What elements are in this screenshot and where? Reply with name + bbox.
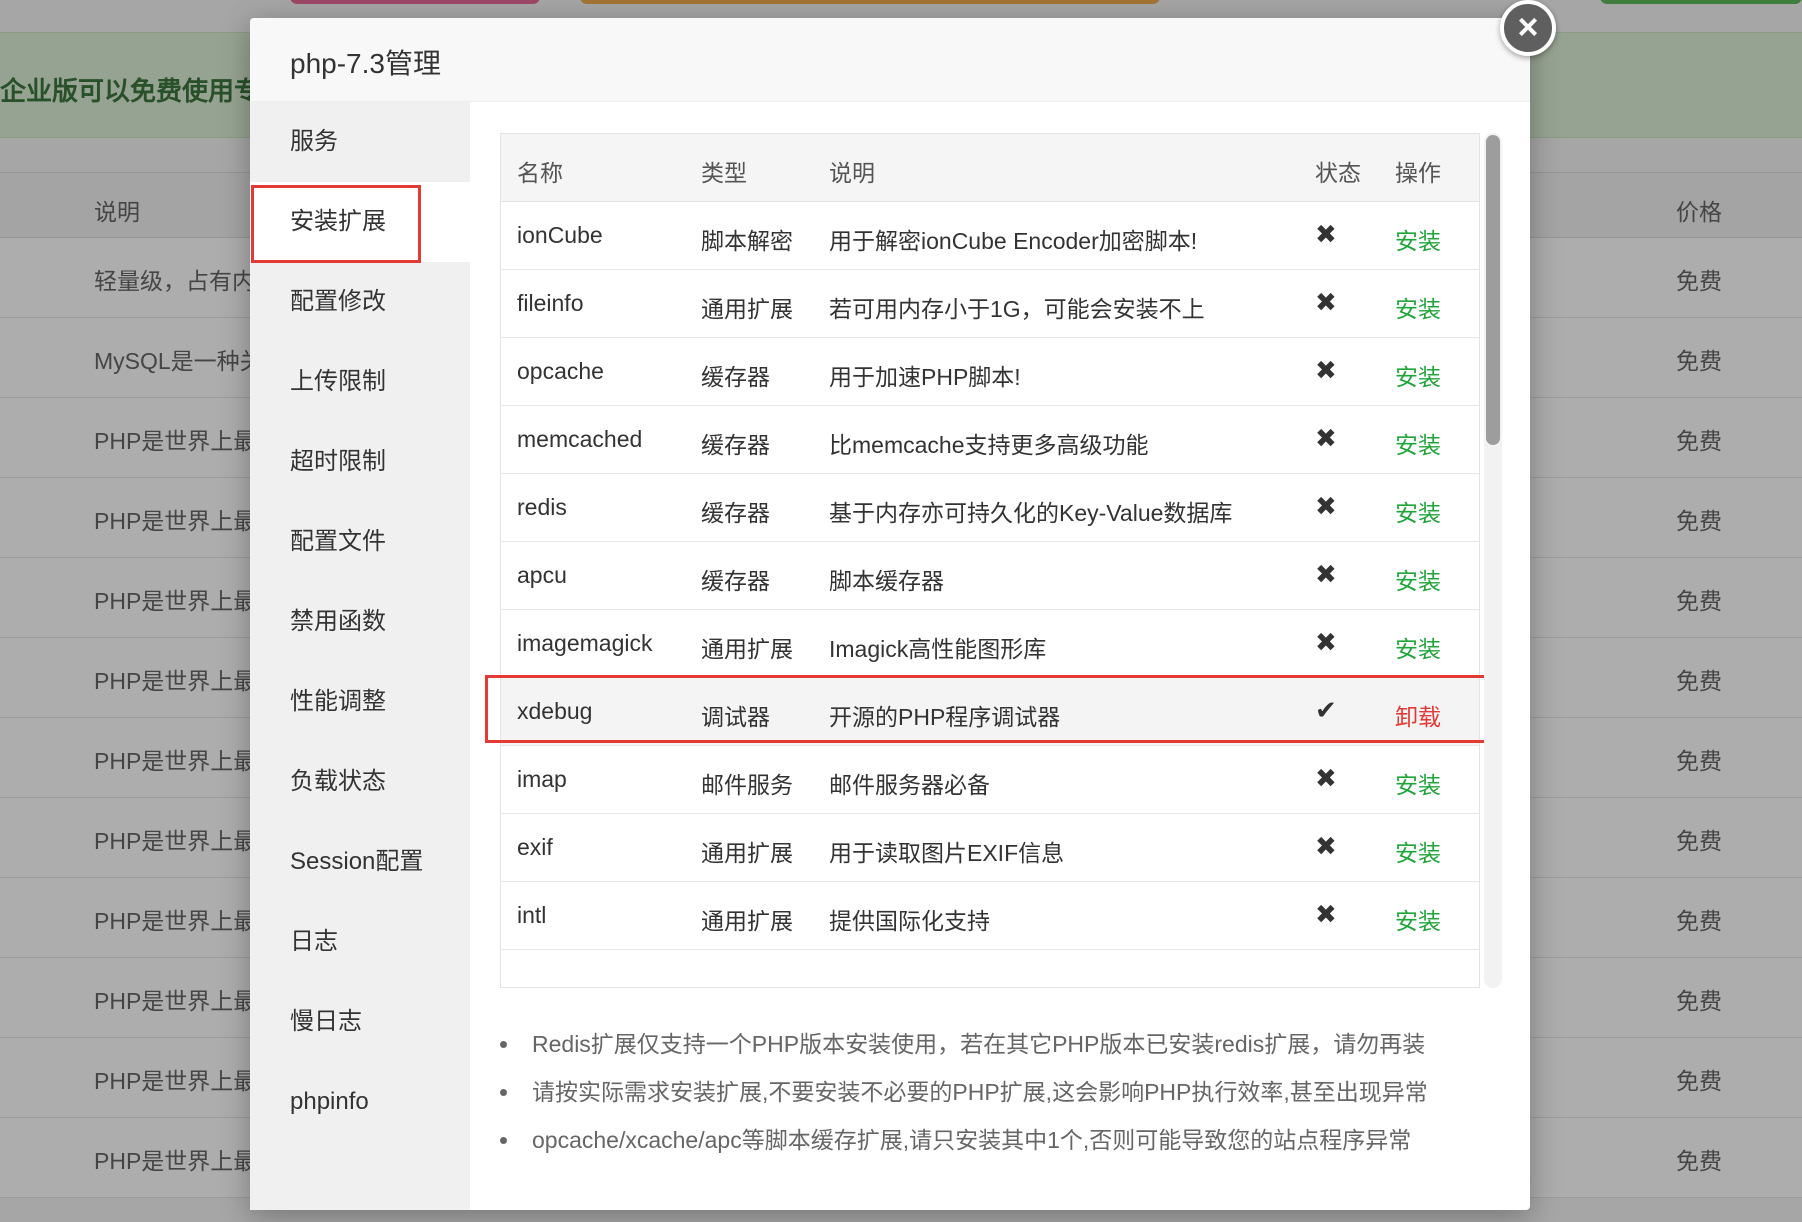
- extension-row-imagemagick: imagemagick 通用扩展 Imagick高性能图形库 ✖ 安装: [501, 610, 1479, 678]
- dialog-header: php-7.3管理: [250, 18, 1530, 102]
- extension-description: Imagick高性能图形库: [829, 636, 1047, 662]
- bullet-icon: [500, 1089, 507, 1096]
- sidebar-item-10[interactable]: Session配置: [250, 822, 470, 902]
- install-link[interactable]: 安装: [1395, 426, 1441, 460]
- cross-icon: ✖: [1315, 559, 1337, 589]
- note-item: 请按实际需求安装扩展,不要安装不必要的PHP扩展,这会影响PHP执行效率,甚至出…: [500, 1068, 1500, 1116]
- extension-name: ionCube: [517, 222, 603, 248]
- sidebar-item-13[interactable]: phpinfo: [250, 1062, 470, 1142]
- extension-name: imap: [517, 766, 567, 792]
- extension-row-memcached: memcached 缓存器 比memcache支持更多高级功能 ✖ 安装: [501, 406, 1479, 474]
- active-tab-highlight-box: [251, 185, 421, 263]
- php-manage-dialog: php-7.3管理 × 服务 安装扩展 配置修改 上传限制 超时限制 配置文件 禁用函数 性能…: [250, 0, 1556, 1210]
- extension-row-imap: imap 邮件服务 邮件服务器必备 ✖ 安装: [501, 746, 1479, 814]
- note-text: opcache/xcache/apc等脚本缓存扩展,请只安装其中1个,否则可能导…: [532, 1127, 1412, 1153]
- extension-type: 邮件服务: [701, 772, 793, 798]
- extension-type: 缓存器: [701, 500, 770, 526]
- extension-description: 脚本缓存器: [829, 568, 944, 594]
- cross-icon: ✖: [1315, 899, 1337, 929]
- cross-icon: ✖: [1315, 831, 1337, 861]
- extension-type: 通用扩展: [701, 296, 793, 322]
- header-name: 名称: [517, 160, 563, 186]
- sidebar-item-12[interactable]: 慢日志: [250, 982, 470, 1062]
- install-link[interactable]: 安装: [1395, 222, 1441, 256]
- header-desc: 说明: [829, 160, 875, 186]
- sidebar-item-4[interactable]: 上传限制: [250, 342, 470, 422]
- extension-row-partial: [501, 950, 1479, 987]
- sidebar-item-6[interactable]: 配置文件: [250, 502, 470, 582]
- sidebar-item-7[interactable]: 禁用函数: [250, 582, 470, 662]
- extension-description: 若可用内存小于1G，可能会安装不上: [829, 296, 1205, 322]
- extension-table: 名称 类型 说明 状态 操作 ionCube 脚本解密 用于解密ionCube En…: [500, 133, 1480, 988]
- close-icon[interactable]: ×: [1500, 0, 1556, 56]
- install-link[interactable]: 安装: [1395, 834, 1441, 868]
- sidebar-item-3[interactable]: 配置修改: [250, 262, 470, 342]
- extension-description: 用于读取图片EXIF信息: [829, 840, 1065, 866]
- note-text: Redis扩展仅支持一个PHP版本安装使用，若在其它PHP版本已安装redis扩…: [532, 1031, 1426, 1057]
- extension-type: 脚本解密: [701, 228, 793, 254]
- cross-icon: ✖: [1315, 627, 1337, 657]
- dialog-sidebar: 服务 安装扩展 配置修改 上传限制 超时限制 配置文件 禁用函数 性能调整 负载状态 Sessio…: [250, 102, 470, 1210]
- extension-row-opcache: opcache 缓存器 用于加速PHP脚本! ✖ 安装: [501, 338, 1479, 406]
- extension-name: opcache: [517, 358, 604, 384]
- bullet-icon: [500, 1137, 507, 1144]
- extension-type: 通用扩展: [701, 840, 793, 866]
- extension-description: 邮件服务器必备: [829, 772, 990, 798]
- sidebar-item-9[interactable]: 负载状态: [250, 742, 470, 822]
- extension-table-header: 名称 类型 说明 状态 操作: [501, 134, 1479, 202]
- bullet-icon: [500, 1041, 507, 1048]
- cross-icon: ✖: [1315, 763, 1337, 793]
- header-type: 类型: [701, 160, 747, 186]
- install-link[interactable]: 安装: [1395, 562, 1441, 596]
- xdebug-row-highlight-box: [485, 675, 1490, 743]
- install-link[interactable]: 安装: [1395, 494, 1441, 528]
- extension-description: 用于加速PHP脚本!: [829, 364, 1021, 390]
- sidebar-item-5[interactable]: 超时限制: [250, 422, 470, 502]
- sidebar-item-1[interactable]: 服务: [250, 102, 470, 182]
- cross-icon: ✖: [1315, 355, 1337, 385]
- note-item: opcache/xcache/apc等脚本缓存扩展,请只安装其中1个,否则可能导…: [500, 1116, 1500, 1164]
- extension-type: 缓存器: [701, 568, 770, 594]
- extension-row-exif: exif 通用扩展 用于读取图片EXIF信息 ✖ 安装: [501, 814, 1479, 882]
- extension-name: fileinfo: [517, 290, 584, 316]
- dialog-title: php-7.3管理: [290, 48, 441, 79]
- extension-type: 通用扩展: [701, 636, 793, 662]
- header-action: 操作: [1395, 160, 1441, 186]
- extension-description: 比memcache支持更多高级功能: [829, 432, 1149, 458]
- extension-description: 基于内存亦可持久化的Key-Value数据库: [829, 500, 1233, 526]
- install-link[interactable]: 安装: [1395, 290, 1441, 324]
- cross-icon: ✖: [1315, 219, 1337, 249]
- install-link[interactable]: 安装: [1395, 630, 1441, 664]
- extension-name: redis: [517, 494, 567, 520]
- note-text: 请按实际需求安装扩展,不要安装不必要的PHP扩展,这会影响PHP执行效率,甚至出…: [532, 1079, 1428, 1105]
- extension-description: 提供国际化支持: [829, 908, 990, 934]
- install-link[interactable]: 安装: [1395, 766, 1441, 800]
- sidebar-item-8[interactable]: 性能调整: [250, 662, 470, 742]
- cross-icon: ✖: [1315, 287, 1337, 317]
- extension-name: apcu: [517, 562, 567, 588]
- cross-icon: ✖: [1315, 423, 1337, 453]
- install-link[interactable]: 安装: [1395, 902, 1441, 936]
- extension-type: 缓存器: [701, 432, 770, 458]
- extension-name: memcached: [517, 426, 643, 452]
- extension-row-redis: redis 缓存器 基于内存亦可持久化的Key-Value数据库 ✖ 安装: [501, 474, 1479, 542]
- extension-row-apcu: apcu 缓存器 脚本缓存器 ✖ 安装: [501, 542, 1479, 610]
- extension-name: imagemagick: [517, 630, 653, 656]
- extension-type: 通用扩展: [701, 908, 793, 934]
- extension-name: intl: [517, 902, 547, 928]
- header-status: 状态: [1315, 160, 1361, 186]
- extension-type: 缓存器: [701, 364, 770, 390]
- extension-row-ionCube: ionCube 脚本解密 用于解密ionCube Encoder加密脚本! ✖ 安装: [501, 202, 1479, 270]
- extension-row-intl: intl 通用扩展 提供国际化支持 ✖ 安装: [501, 882, 1479, 950]
- cross-icon: ✖: [1315, 491, 1337, 521]
- extension-description: 用于解密ionCube Encoder加密脚本!: [829, 228, 1198, 254]
- extension-name: exif: [517, 834, 553, 860]
- extension-notes: Redis扩展仅支持一个PHP版本安装使用，若在其它PHP版本已安装redis扩…: [500, 1020, 1500, 1164]
- sidebar-item-11[interactable]: 日志: [250, 902, 470, 982]
- install-link[interactable]: 安装: [1395, 358, 1441, 392]
- table-scrollbar-thumb[interactable]: [1486, 135, 1500, 445]
- note-item: Redis扩展仅支持一个PHP版本安装使用，若在其它PHP版本已安装redis扩…: [500, 1020, 1500, 1068]
- extension-row-fileinfo: fileinfo 通用扩展 若可用内存小于1G，可能会安装不上 ✖ 安装: [501, 270, 1479, 338]
